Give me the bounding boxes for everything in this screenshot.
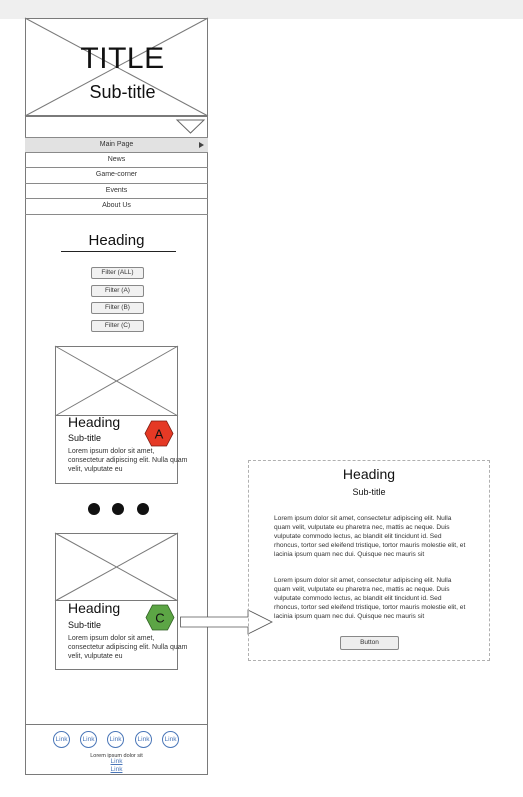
heading-underline [61, 251, 176, 252]
page-subtitle: Sub-title [89, 82, 156, 102]
nav-item-about-us[interactable]: About Us [25, 198, 208, 215]
category-c-badge: C [145, 604, 175, 631]
nav-item-main-page[interactable]: Main Page [25, 137, 208, 152]
ellipsis-dot [137, 503, 149, 515]
ellipsis-dot [112, 503, 124, 515]
footer-text-link[interactable]: Link [25, 766, 208, 773]
footer-text-link[interactable]: Link [25, 758, 208, 765]
card-heading: Heading [68, 600, 121, 616]
footer-link-button[interactable]: Link [80, 731, 97, 748]
page-title: TITLE [80, 42, 165, 75]
detail-subtitle: Sub-title [352, 487, 386, 497]
filter-c-button[interactable]: Filter (C) [91, 320, 144, 332]
top-bar [0, 0, 523, 19]
card-subtitle: Sub-title [68, 620, 102, 630]
badge-letter: C [155, 611, 164, 626]
badge-letter: A [155, 427, 164, 442]
caret-right-icon [199, 142, 204, 148]
card-text: Lorem ipsum dolor sit amet, consectetur … [68, 635, 188, 660]
detail-heading: Heading [342, 466, 396, 482]
nav-item-label: Main Page [99, 141, 134, 148]
footer-link-button[interactable]: Link [53, 731, 70, 748]
filter-a-button[interactable]: Filter (A) [91, 285, 144, 297]
card-image-placeholder [54, 532, 179, 602]
nav-item-label: Events [105, 187, 128, 194]
footer-link-button[interactable]: Link [162, 731, 179, 748]
detail-paragraph: Lorem ipsum dolor sit amet, consectetur … [274, 515, 466, 558]
card-subtitle: Sub-title [68, 433, 102, 443]
card-heading: Heading [68, 414, 121, 430]
detail-paragraph: Lorem ipsum dolor sit amet, consectetur … [274, 577, 466, 620]
footer-link-button[interactable]: Link [135, 731, 152, 748]
section-heading: Heading [88, 232, 145, 249]
category-a-badge: A [144, 420, 174, 447]
footer-divider [25, 724, 208, 725]
nav-item-news[interactable]: News [25, 152, 208, 167]
ellipsis-dot [88, 503, 100, 515]
nav-item-label: About Us [102, 202, 131, 209]
detail-button[interactable]: Button [340, 636, 399, 650]
nav-item-label: News [107, 156, 126, 163]
filter-b-button[interactable]: Filter (B) [91, 302, 144, 314]
nav-item-label: Game-corner [95, 171, 138, 178]
nav-item-game-corner[interactable]: Game-corner [25, 167, 208, 182]
nav-item-events[interactable]: Events [25, 183, 208, 198]
footer-link-button[interactable]: Link [107, 731, 124, 748]
card-image-placeholder [54, 345, 179, 417]
card-text: Lorem ipsum dolor sit amet, consectetur … [68, 448, 188, 473]
filter-all-button[interactable]: Filter (ALL) [91, 267, 144, 279]
chevron-down-icon[interactable] [175, 119, 206, 135]
